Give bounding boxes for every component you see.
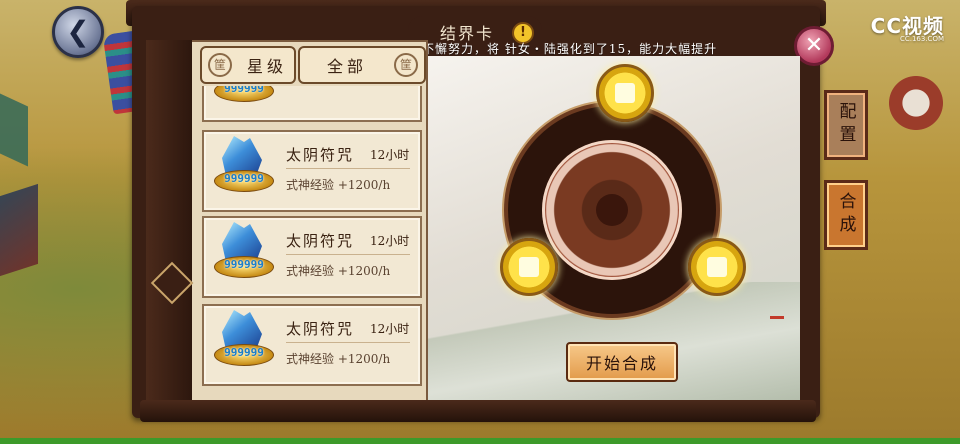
- card-list[interactable]: 999999 999999 太阴符咒 12小时 式神经验 +1200/h 999…: [196, 86, 424, 396]
- cc-watermark-logo: CC视频 CC.163.COM: [871, 10, 944, 43]
- fox-mask-decoration: [886, 70, 946, 130]
- item-effect: 式神经验 +1200/h: [286, 264, 391, 278]
- talisman-icon: 999999: [214, 222, 274, 282]
- notice-message: 经过不懈努力，将 针女・陆强化到了15，能力大幅提升: [396, 42, 718, 56]
- filter-icon: 筐: [394, 53, 418, 77]
- ground-strip: [0, 438, 960, 444]
- list-item[interactable]: 999999 太阴符咒 12小时 式神经验 +1200/h: [202, 130, 422, 212]
- list-item[interactable]: 999999 太阴符咒 12小时 式神经验 +1200/h: [202, 216, 422, 298]
- back-arrow-icon: ❮: [66, 15, 90, 48]
- item-divider: [286, 342, 410, 343]
- filter-star-label: 星级: [246, 57, 287, 76]
- talisman-icon: 999999: [214, 136, 274, 196]
- close-button[interactable]: ✕: [794, 26, 834, 66]
- item-name: 太阴符咒: [286, 320, 355, 338]
- item-duration: 12小时: [370, 322, 410, 336]
- kite-decoration: [0, 93, 28, 167]
- item-count: 999999: [224, 172, 264, 185]
- list-item[interactable]: 999999 太阴符咒 12小时 式神经验 +1200/h: [202, 304, 422, 386]
- item-duration: 12小时: [370, 234, 410, 248]
- filter-bar: 筐 星级 全部 筐: [196, 46, 426, 84]
- filter-icon: 筐: [208, 53, 232, 77]
- close-icon: ✕: [804, 33, 824, 58]
- filter-all-label: 全部: [326, 57, 367, 76]
- tab-synthesize[interactable]: 合成: [824, 180, 868, 250]
- start-synthesis-button[interactable]: 开始合成: [566, 342, 678, 382]
- panel-bottom-bar: [140, 400, 816, 422]
- list-item[interactable]: 999999: [202, 86, 422, 122]
- back-button[interactable]: ❮: [52, 6, 104, 58]
- card-slot-left[interactable]: [500, 238, 558, 296]
- item-divider: [286, 254, 410, 255]
- item-name: 太阴符咒: [286, 146, 355, 164]
- item-count: 999999: [224, 86, 264, 95]
- filter-star-button[interactable]: 筐 星级: [200, 46, 296, 84]
- logo-url-text: CC.163.COM: [899, 35, 944, 43]
- talisman-icon: 999999: [214, 86, 274, 106]
- center-slot: [596, 194, 628, 226]
- talisman-icon: 999999: [214, 310, 274, 370]
- item-count: 999999: [224, 346, 264, 359]
- filter-all-button[interactable]: 全部 筐: [298, 46, 426, 84]
- item-count: 999999: [224, 258, 264, 271]
- item-effect: 式神经验 +1200/h: [286, 178, 391, 192]
- item-effect: 式神经验 +1200/h: [286, 352, 391, 366]
- item-duration: 12小时: [370, 148, 410, 162]
- kite-decoration: [0, 183, 38, 277]
- item-name: 太阴符咒: [286, 232, 355, 250]
- card-slot-right[interactable]: [688, 238, 746, 296]
- list-rail: [146, 40, 192, 400]
- tab-config[interactable]: 配置: [824, 90, 868, 160]
- torii-decoration: [770, 316, 784, 331]
- item-divider: [286, 168, 410, 169]
- card-slot-top[interactable]: [596, 64, 654, 122]
